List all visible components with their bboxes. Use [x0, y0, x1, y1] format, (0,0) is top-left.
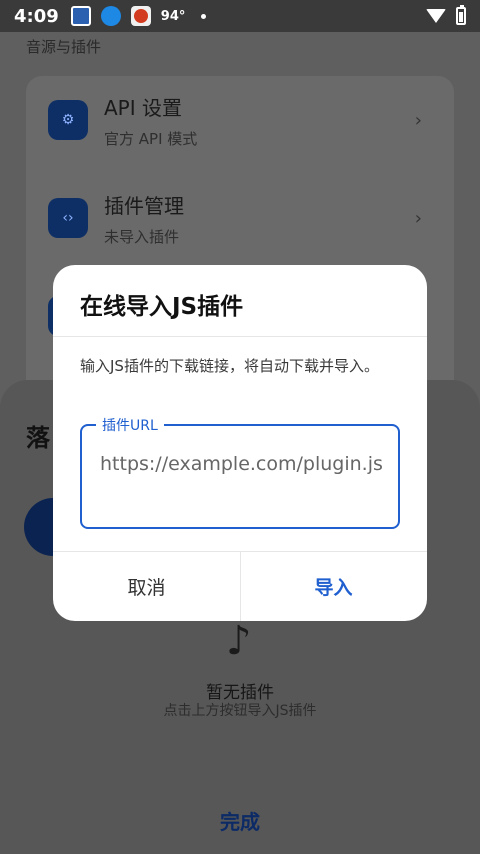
code-icon: ‹›	[48, 198, 88, 238]
setting-title: 插件管理	[104, 194, 184, 218]
status-time: 4:09	[14, 5, 59, 27]
status-bar: 4:09 94°	[0, 0, 480, 32]
notification-app-icon	[70, 6, 91, 26]
status-right	[426, 5, 466, 25]
status-temperature: 94°	[160, 8, 186, 24]
divider	[53, 336, 427, 337]
done-button[interactable]: 完成	[0, 806, 480, 835]
battery-icon	[456, 5, 466, 25]
app-notification-icon	[130, 6, 151, 26]
import-button[interactable]: 导入	[240, 551, 427, 621]
download-icon	[100, 6, 121, 26]
setting-subtitle: 未导入插件	[104, 228, 180, 246]
chevron-right-icon: ›	[414, 208, 422, 229]
plugin-url-label: 插件URL	[96, 415, 164, 435]
wifi-icon	[426, 9, 446, 23]
dialog-title: 在线导入JS插件	[80, 294, 244, 320]
plugin-url-field[interactable]: 插件URL https://example.com/plugin.js	[80, 415, 400, 529]
cancel-button[interactable]: 取消	[53, 551, 240, 621]
chevron-right-icon: ›	[414, 110, 422, 131]
plugin-url-input[interactable]: https://example.com/plugin.js	[100, 448, 384, 481]
more-notifications-dot-icon	[201, 13, 207, 19]
setting-row-plugins[interactable]: ‹› 插件管理 未导入插件 ›	[48, 174, 448, 254]
setting-row-api[interactable]: ⚙ API 设置 官方 API 模式 ›	[48, 76, 448, 156]
empty-state-subtitle: 点击上方按钮导入JS插件	[163, 703, 317, 719]
setting-subtitle: 官方 API 模式	[104, 130, 198, 148]
setting-title: API 设置	[104, 96, 182, 120]
sheet-title: 落	[26, 424, 50, 452]
music-note-icon: ♪	[226, 618, 252, 664]
import-plugin-dialog: 在线导入JS插件 输入JS插件的下载链接，将自动下载并导入。 插件URL htt…	[53, 265, 427, 621]
section-label: 音源与插件	[26, 38, 102, 56]
gear-icon: ⚙	[48, 100, 88, 140]
dialog-description: 输入JS插件的下载链接，将自动下载并导入。	[80, 357, 379, 375]
